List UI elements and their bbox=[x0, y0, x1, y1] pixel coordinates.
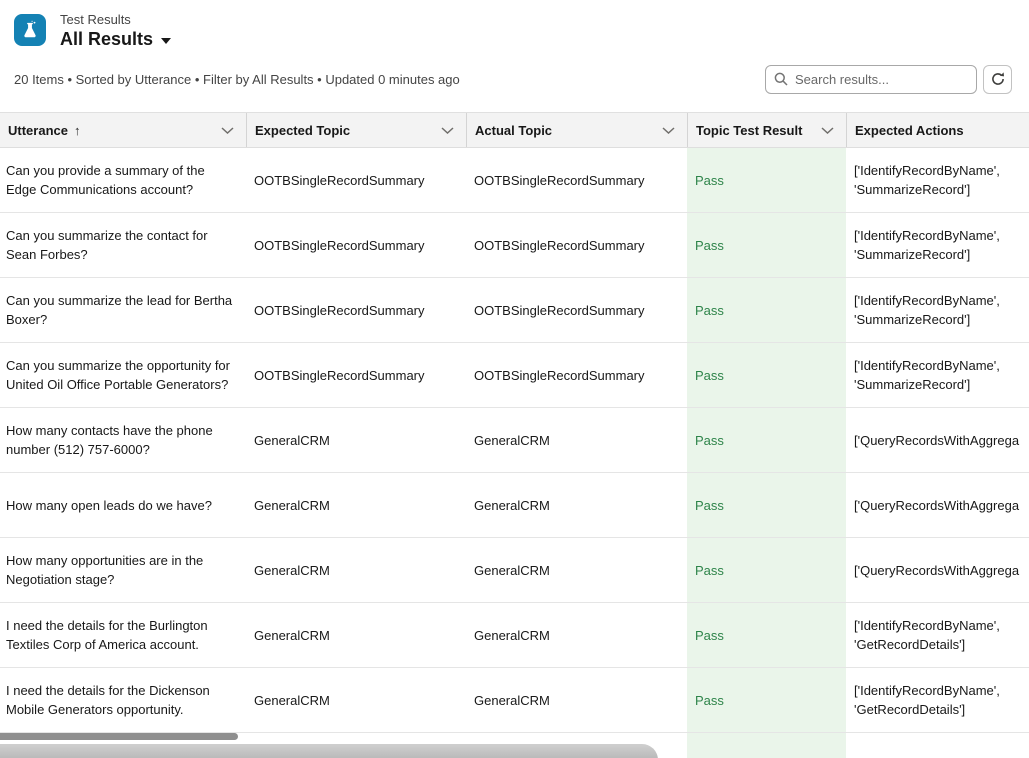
cell-actual-topic: OOTBSingleRecordSummary bbox=[466, 343, 687, 407]
test-results-page: Test Results All Results 20 Items • Sort… bbox=[0, 0, 1029, 758]
cell-utterance: I need the details for the Dickenson Mob… bbox=[0, 668, 246, 732]
column-label: Utterance bbox=[8, 123, 68, 138]
flask-icon bbox=[14, 14, 46, 46]
cell-actual-topic: GeneralCRM bbox=[466, 538, 687, 602]
cell-actual-topic: GeneralCRM bbox=[466, 603, 687, 667]
page-header: Test Results All Results bbox=[0, 0, 1029, 52]
cell-expected-topic: GeneralCRM bbox=[246, 603, 466, 667]
column-menu-chevron-icon[interactable] bbox=[221, 127, 234, 134]
chevron-down-icon bbox=[161, 38, 171, 44]
cell-expected-actions: ['IdentifyRecordByName', 'GetRecordDetai… bbox=[846, 668, 1029, 732]
horizontal-scrollbar-track[interactable] bbox=[0, 744, 658, 758]
cell-utterance: Can you provide a summary of the Edge Co… bbox=[0, 148, 246, 212]
cell-expected-actions: ['IdentifyRecordByName', 'SummarizeRecor… bbox=[846, 148, 1029, 212]
cell-expected-topic: GeneralCRM bbox=[246, 538, 466, 602]
cell-topic-test-result: Pass bbox=[687, 473, 846, 537]
cell-expected-actions: ['QueryRecordsWithAggrega bbox=[846, 408, 1029, 472]
sort-ascending-icon: ↑ bbox=[74, 123, 81, 138]
cell-expected-topic: GeneralCRM bbox=[246, 473, 466, 537]
table-row: How many contacts have the phone number … bbox=[0, 408, 1029, 473]
cell-expected-topic: OOTBSingleRecordSummary bbox=[246, 148, 466, 212]
horizontal-scrollbar-thumb[interactable] bbox=[0, 733, 238, 740]
cell-utterance: Can you summarize the contact for Sean F… bbox=[0, 213, 246, 277]
table-row: Can you provide a summary of the Edge Co… bbox=[0, 148, 1029, 213]
column-menu-chevron-icon[interactable] bbox=[662, 127, 675, 134]
cell-topic-test-result: Pass bbox=[687, 603, 846, 667]
table-row: I need the details for the Dickenson Mob… bbox=[0, 668, 1029, 733]
page-title: All Results bbox=[60, 29, 153, 50]
cell-expected-topic: OOTBSingleRecordSummary bbox=[246, 278, 466, 342]
column-header-topic-test-result[interactable]: Topic Test Result bbox=[687, 113, 846, 147]
cell-topic-test-result: Pass bbox=[687, 538, 846, 602]
cell-topic-test-result: Pass bbox=[687, 408, 846, 472]
cell-expected-topic: GeneralCRM bbox=[246, 408, 466, 472]
table-header: Utterance ↑ Expected Topic Actual Topic Topi… bbox=[0, 112, 1029, 148]
title-block: Test Results All Results bbox=[60, 12, 171, 50]
cell-topic-test-result: Pass bbox=[687, 148, 846, 212]
cell-expected-actions: ['QueryRecordsWithAggrega bbox=[846, 473, 1029, 537]
cell-actual-topic: OOTBSingleRecordSummary bbox=[466, 278, 687, 342]
column-label: Expected Topic bbox=[255, 123, 350, 138]
toolbar: 20 Items • Sorted by Utterance • Filter … bbox=[0, 52, 1029, 112]
table-body: Can you provide a summary of the Edge Co… bbox=[0, 148, 1029, 758]
search-box bbox=[765, 65, 977, 94]
cell-actual-topic: GeneralCRM bbox=[466, 473, 687, 537]
cell-utterance: Can you summarize the lead for Bertha Bo… bbox=[0, 278, 246, 342]
list-status-text: 20 Items • Sorted by Utterance • Filter … bbox=[14, 72, 460, 87]
table-row: How many open leads do we have?GeneralCR… bbox=[0, 473, 1029, 538]
object-label: Test Results bbox=[60, 12, 171, 28]
column-label: Topic Test Result bbox=[696, 123, 802, 138]
cell-expected-actions: ['IdentifyRecordByName', 'SummarizeRecor… bbox=[846, 343, 1029, 407]
column-header-expected-topic[interactable]: Expected Topic bbox=[246, 113, 466, 147]
cell-topic-test-result: Pass bbox=[687, 278, 846, 342]
cell-topic-test-result: Pass bbox=[687, 668, 846, 732]
cell-expected-topic: GeneralCRM bbox=[246, 668, 466, 732]
cell-expected-actions: ['IdentifyRecordByName', 'SummarizeRecor… bbox=[846, 213, 1029, 277]
cell-expected-topic: OOTBSingleRecordSummary bbox=[246, 213, 466, 277]
column-header-expected-actions[interactable]: Expected Actions bbox=[846, 113, 1029, 147]
toolbar-actions bbox=[765, 65, 1012, 94]
cell-actual-topic: OOTBSingleRecordSummary bbox=[466, 148, 687, 212]
list-view-picker[interactable]: All Results bbox=[60, 29, 171, 50]
cell-expected-actions: ['IdentifyRecordByName', 'GetRecordDetai… bbox=[846, 603, 1029, 667]
cell-utterance: I need the details for the Burlington Te… bbox=[0, 603, 246, 667]
cell-expected-actions: ['IdentifyRecordByName' bbox=[846, 733, 1029, 758]
cell-actual-topic: OOTBSingleRecordSummary bbox=[466, 213, 687, 277]
refresh-icon bbox=[990, 71, 1006, 87]
cell-expected-actions: ['IdentifyRecordByName', 'SummarizeRecor… bbox=[846, 278, 1029, 342]
column-header-utterance[interactable]: Utterance ↑ bbox=[0, 113, 246, 147]
cell-expected-actions: ['QueryRecordsWithAggrega bbox=[846, 538, 1029, 602]
cell-actual-topic: GeneralCRM bbox=[466, 668, 687, 732]
table-row: How many opportunities are in the Negoti… bbox=[0, 538, 1029, 603]
cell-topic-test-result: Pass bbox=[687, 213, 846, 277]
cell-utterance: How many open leads do we have? bbox=[0, 473, 246, 537]
column-label: Actual Topic bbox=[475, 123, 552, 138]
search-input[interactable] bbox=[795, 72, 968, 87]
column-label: Expected Actions bbox=[855, 123, 964, 138]
table-row: Can you summarize the lead for Bertha Bo… bbox=[0, 278, 1029, 343]
table-row: Can you summarize the opportunity for Un… bbox=[0, 343, 1029, 408]
search-icon bbox=[774, 72, 788, 86]
cell-utterance: How many contacts have the phone number … bbox=[0, 408, 246, 472]
table-row: I need the details for the Burlington Te… bbox=[0, 603, 1029, 668]
cell-utterance: How many opportunities are in the Negoti… bbox=[0, 538, 246, 602]
cell-topic-test-result: Pass bbox=[687, 343, 846, 407]
cell-topic-test-result bbox=[687, 733, 846, 758]
table-row: Can you summarize the contact for Sean F… bbox=[0, 213, 1029, 278]
cell-expected-topic: OOTBSingleRecordSummary bbox=[246, 343, 466, 407]
refresh-button[interactable] bbox=[983, 65, 1012, 94]
cell-utterance: Can you summarize the opportunity for Un… bbox=[0, 343, 246, 407]
column-header-actual-topic[interactable]: Actual Topic bbox=[466, 113, 687, 147]
cell-actual-topic: GeneralCRM bbox=[466, 408, 687, 472]
column-menu-chevron-icon[interactable] bbox=[821, 127, 834, 134]
column-menu-chevron-icon[interactable] bbox=[441, 127, 454, 134]
